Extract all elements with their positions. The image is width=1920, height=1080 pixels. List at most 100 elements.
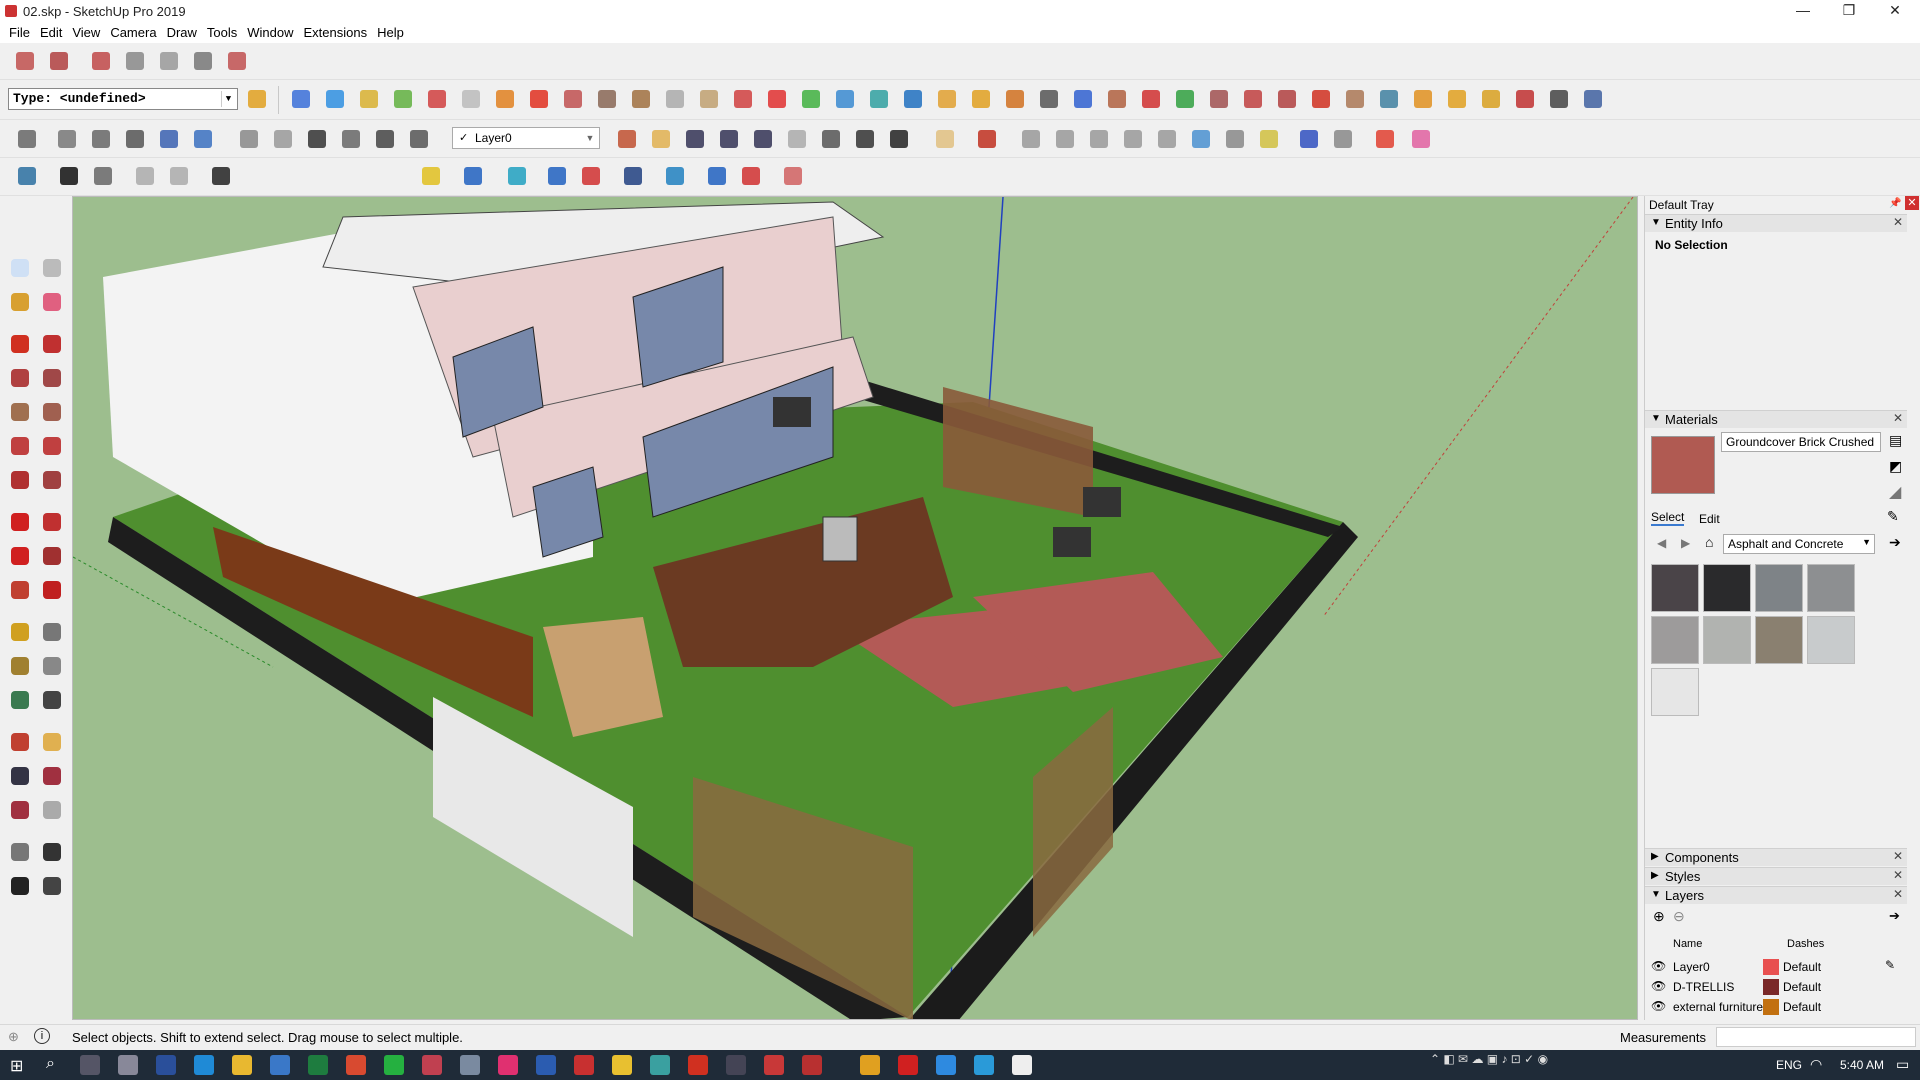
notification-icon[interactable]: ▭	[1896, 1056, 1909, 1073]
excel-icon[interactable]	[308, 1055, 328, 1075]
store-icon[interactable]	[270, 1055, 290, 1075]
select-tool-icon[interactable]	[6, 254, 34, 282]
photoshop-icon[interactable]	[156, 1055, 176, 1075]
remove-scene-icon[interactable]	[166, 163, 192, 189]
grid-icon[interactable]	[1342, 86, 1368, 112]
house-icon[interactable]	[304, 126, 330, 152]
select-group-icon[interactable]	[418, 163, 444, 189]
lasso-icon[interactable]	[968, 86, 994, 112]
add-layer-icon[interactable]: ⊕	[1653, 908, 1665, 925]
details-arrow-icon[interactable]: ➔	[1889, 534, 1901, 551]
app-5-icon[interactable]	[726, 1055, 746, 1075]
three-point-arc-icon[interactable]	[6, 466, 34, 494]
lumion-logo-icon[interactable]	[14, 163, 40, 189]
make-component-icon[interactable]	[38, 254, 66, 282]
entity-info-header[interactable]: ▼ Entity Info ✕	[1645, 214, 1907, 232]
zoom-extents-tool-icon[interactable]	[6, 796, 34, 824]
materials-header[interactable]: ▼ Materials ✕	[1645, 410, 1907, 428]
section-display-icon[interactable]	[560, 86, 586, 112]
play-icon[interactable]	[56, 163, 82, 189]
extension-warehouse-icon[interactable]	[88, 48, 114, 74]
house-2-icon[interactable]	[338, 126, 364, 152]
component-icon[interactable]	[1172, 86, 1198, 112]
delete-icon[interactable]	[1512, 86, 1538, 112]
orbit-icon[interactable]	[492, 86, 518, 112]
rotate-left-icon[interactable]	[704, 163, 730, 189]
pipe-icon[interactable]	[1206, 86, 1232, 112]
section-plane-icon[interactable]	[526, 86, 552, 112]
layer-color-icon[interactable]	[460, 163, 486, 189]
arc-icon[interactable]	[6, 432, 34, 460]
material-swatch[interactable]	[1755, 564, 1803, 612]
panel-close-icon[interactable]: ✕	[1893, 215, 1903, 229]
style-hidden-icon[interactable]	[122, 126, 148, 152]
clock[interactable]: 5:40 AM	[1840, 1058, 1884, 1072]
measurements-input[interactable]	[1716, 1027, 1916, 1047]
polygon-icon[interactable]	[38, 398, 66, 426]
dimension-tool-icon[interactable]	[38, 618, 66, 646]
two-point-arc-icon[interactable]	[38, 432, 66, 460]
panel-close-icon[interactable]: ✕	[1893, 411, 1903, 425]
close-button[interactable]: ✕	[1872, 0, 1918, 22]
offset-icon[interactable]	[696, 86, 722, 112]
previous-tool-icon[interactable]	[38, 796, 66, 824]
material-swatch[interactable]	[1807, 564, 1855, 612]
tape-measure-icon[interactable]	[974, 126, 1000, 152]
menu-help[interactable]: Help	[372, 25, 409, 40]
word-icon[interactable]	[536, 1055, 556, 1075]
copy-along-icon[interactable]	[1240, 86, 1266, 112]
door-icon[interactable]	[270, 126, 296, 152]
windows-start-icon[interactable]: ⊞	[10, 1056, 23, 1076]
zoom-window-tool-icon[interactable]	[38, 762, 66, 790]
follow-me-tool-icon[interactable]	[38, 542, 66, 570]
layer-color-swatch[interactable]	[1763, 959, 1779, 975]
move-tool-icon[interactable]	[6, 508, 34, 536]
back-arrow-icon[interactable]: ◀	[1657, 536, 1666, 550]
task-view-icon[interactable]	[80, 1055, 100, 1075]
home-icon[interactable]: ⌂	[1705, 534, 1713, 550]
scale-icon[interactable]	[832, 86, 858, 112]
material-swatch[interactable]	[1651, 564, 1699, 612]
look-around-icon[interactable]	[852, 126, 878, 152]
tile-icon[interactable]	[1410, 86, 1436, 112]
whatsapp-icon[interactable]	[384, 1055, 404, 1075]
material-swatch[interactable]	[1807, 616, 1855, 664]
align-icon[interactable]	[620, 163, 646, 189]
zoom-extents-icon[interactable]	[750, 126, 776, 152]
previous-view-icon[interactable]	[784, 126, 810, 152]
zoom-window-icon[interactable]	[716, 126, 742, 152]
mirror-icon[interactable]	[1308, 86, 1334, 112]
look-around-tool-icon[interactable]	[38, 838, 66, 866]
eyedropper-icon[interactable]: ✎	[1887, 508, 1899, 525]
position-camera-icon[interactable]	[818, 126, 844, 152]
info-icon[interactable]: i	[34, 1028, 50, 1044]
link-icon[interactable]	[1296, 126, 1322, 152]
transform-icon[interactable]	[1070, 86, 1096, 112]
app-7-icon[interactable]	[936, 1055, 956, 1075]
shape-ellipse-icon[interactable]	[1120, 126, 1146, 152]
tile-2-icon[interactable]	[1444, 86, 1470, 112]
line-tool-icon[interactable]	[1372, 126, 1398, 152]
pdf-icon[interactable]	[764, 1055, 784, 1075]
axes-icon[interactable]	[764, 86, 790, 112]
layers-header[interactable]: ▼ Layers ✕	[1645, 886, 1907, 904]
sketchup-taskbar-icon[interactable]	[574, 1055, 594, 1075]
warning-icon[interactable]	[934, 86, 960, 112]
section-plane-tool-icon[interactable]	[38, 872, 66, 900]
warehouse-house-icon[interactable]	[236, 126, 262, 152]
shape-polygon-icon[interactable]	[1086, 126, 1112, 152]
app-3-icon[interactable]	[498, 1055, 518, 1075]
position-camera-tool-icon[interactable]	[6, 838, 34, 866]
search-icon[interactable]: ⌕	[46, 1055, 55, 1073]
axes-tool-icon[interactable]	[6, 686, 34, 714]
file-explorer-icon[interactable]	[232, 1055, 252, 1075]
line-icon[interactable]	[6, 330, 34, 358]
maximize-button[interactable]: ❐	[1826, 0, 1872, 22]
system-tray-icons[interactable]: ⌃ ◧ ✉ ☁ ▣ ♪ ⊡ ✓ ◉	[1430, 1052, 1548, 1066]
gear-icon[interactable]	[208, 163, 234, 189]
view-back-icon[interactable]	[424, 86, 450, 112]
menu-tools[interactable]: Tools	[202, 25, 242, 40]
flip-icon[interactable]	[662, 163, 688, 189]
layer-color-swatch[interactable]	[1763, 979, 1779, 995]
stop-icon[interactable]	[90, 163, 116, 189]
